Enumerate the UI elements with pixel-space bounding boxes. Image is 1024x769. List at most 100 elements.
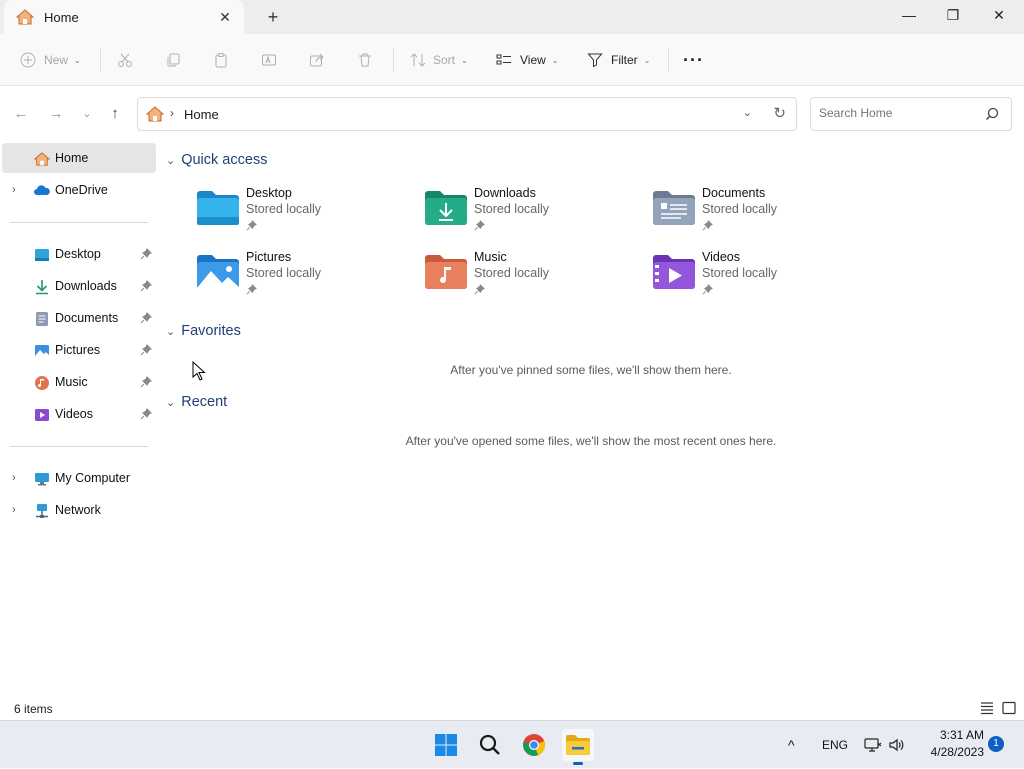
- forward-button[interactable]: →: [45, 104, 67, 124]
- view-icon: [496, 54, 511, 65]
- recent-empty-message: After you've opened some files, we'll sh…: [405, 434, 777, 448]
- divider: [100, 48, 101, 72]
- tab-home[interactable]: Home ✕: [4, 0, 244, 34]
- chevron-right-icon[interactable]: ›: [12, 184, 16, 196]
- item-name: Documents: [702, 186, 766, 200]
- sidebar-item-downloads[interactable]: Downloads: [2, 271, 156, 301]
- network-monitor-icon: [864, 738, 882, 752]
- pin-icon[interactable]: [140, 312, 152, 324]
- item-status: Stored locally: [246, 266, 322, 280]
- show-hidden-icons-button[interactable]: ^: [788, 721, 795, 769]
- cut-button[interactable]: [117, 46, 133, 74]
- details-view-icon[interactable]: [980, 701, 994, 715]
- share-icon: [310, 53, 324, 67]
- section-title: Recent: [181, 394, 228, 410]
- recent-locations-button[interactable]: ⌄: [76, 104, 98, 124]
- quick-access-item-music[interactable]: Music Stored locally: [424, 250, 644, 304]
- chrome-taskbar-button[interactable]: [518, 729, 550, 761]
- documents-icon: [36, 312, 48, 326]
- sidebar-item-label: Documents: [55, 311, 119, 325]
- sort-button[interactable]: Sort ⌄: [410, 46, 468, 74]
- sidebar-item-label: Music: [55, 375, 88, 389]
- new-button[interactable]: New ⌄: [20, 46, 81, 74]
- status-bar: 6 items: [0, 696, 1024, 720]
- minimize-button[interactable]: —: [886, 0, 932, 30]
- pin-icon[interactable]: [140, 280, 152, 292]
- windows-logo-icon: [435, 734, 457, 756]
- scissors-icon: [118, 53, 132, 67]
- plus-circle-icon: [20, 52, 36, 68]
- quick-access-header[interactable]: ⌄ Quick access: [166, 152, 267, 168]
- sidebar-item-network[interactable]: › Network: [2, 495, 156, 525]
- quick-access-item-videos[interactable]: Videos Stored locally: [652, 250, 872, 304]
- sidebar-item-onedrive[interactable]: › OneDrive: [2, 175, 156, 205]
- chevron-right-icon[interactable]: ›: [12, 472, 16, 484]
- language-indicator[interactable]: ENG: [822, 721, 848, 769]
- home-icon: [34, 152, 50, 166]
- pin-icon[interactable]: [140, 408, 152, 420]
- up-button[interactable]: ↑: [104, 104, 126, 124]
- section-title: Quick access: [181, 152, 268, 168]
- share-button[interactable]: [309, 46, 325, 74]
- sidebar-item-label: Downloads: [55, 279, 117, 293]
- chevron-up-icon: ^: [788, 737, 795, 753]
- chevron-right-icon[interactable]: ›: [12, 504, 16, 516]
- desktop-folder-icon: [197, 191, 239, 225]
- back-button[interactable]: ←: [10, 104, 32, 124]
- quick-access-item-downloads[interactable]: Downloads Stored locally: [424, 186, 644, 240]
- start-button[interactable]: [430, 729, 462, 761]
- sidebar-item-my-computer[interactable]: › My Computer: [2, 463, 156, 493]
- sidebar-item-label: Pictures: [55, 343, 101, 357]
- quick-access-item-desktop[interactable]: Desktop Stored locally: [196, 186, 416, 240]
- downloads-icon: [36, 280, 48, 295]
- search-input[interactable]: [819, 106, 979, 120]
- breadcrumb-home[interactable]: Home: [184, 107, 219, 122]
- maximize-button[interactable]: ❐: [930, 0, 976, 30]
- address-bar[interactable]: › Home ⌄ ↻: [137, 97, 797, 131]
- title-bar: Home ✕ + — ❐ ✕: [0, 0, 1024, 34]
- delete-button[interactable]: [357, 46, 373, 74]
- pin-icon[interactable]: [140, 344, 152, 356]
- tiles-view-icon[interactable]: [1002, 701, 1016, 715]
- copy-button[interactable]: [165, 46, 181, 74]
- item-name: Music: [474, 250, 507, 264]
- favorites-header[interactable]: ⌄ Favorites: [166, 323, 241, 339]
- more-options-button[interactable]: ···: [683, 46, 704, 74]
- pictures-icon: [35, 345, 49, 357]
- divider: [393, 48, 394, 72]
- file-explorer-taskbar-button[interactable]: [562, 729, 594, 765]
- filter-icon: [587, 53, 603, 68]
- volume-button[interactable]: [888, 721, 906, 769]
- new-tab-button[interactable]: +: [262, 6, 284, 28]
- pin-icon[interactable]: [140, 248, 152, 260]
- sidebar-item-documents[interactable]: Documents: [2, 303, 156, 333]
- paste-button[interactable]: [213, 46, 229, 74]
- clock[interactable]: 3:31 AM 4/28/2023: [914, 727, 984, 761]
- sidebar-item-desktop[interactable]: Desktop: [2, 239, 156, 269]
- quick-access-item-documents[interactable]: Documents Stored locally: [652, 186, 872, 240]
- search-box[interactable]: [810, 97, 1012, 131]
- item-status: Stored locally: [702, 202, 778, 216]
- sidebar-item-videos[interactable]: Videos: [2, 399, 156, 429]
- item-status: Stored locally: [474, 266, 550, 280]
- view-button[interactable]: View ⌄: [496, 46, 559, 74]
- refresh-button[interactable]: ↻: [773, 104, 786, 122]
- item-status: Stored locally: [474, 202, 550, 216]
- rename-button[interactable]: [261, 46, 277, 74]
- content-pane: ⌄ Quick access Desktop Stored locally Do…: [158, 140, 1024, 696]
- filter-button[interactable]: Filter ⌄: [587, 46, 650, 74]
- recent-header[interactable]: ⌄ Recent: [166, 394, 227, 410]
- sidebar-item-label: OneDrive: [55, 183, 108, 197]
- sidebar-item-pictures[interactable]: Pictures: [2, 335, 156, 365]
- pin-icon[interactable]: [140, 376, 152, 388]
- close-tab-button[interactable]: ✕: [216, 8, 234, 26]
- taskbar-search-button[interactable]: [474, 729, 506, 761]
- close-window-button[interactable]: ✕: [976, 0, 1022, 30]
- network-status-button[interactable]: [864, 721, 882, 769]
- sidebar-item-home[interactable]: Home: [2, 143, 156, 173]
- address-dropdown-button[interactable]: ⌄: [743, 106, 752, 119]
- quick-access-item-pictures[interactable]: Pictures Stored locally: [196, 250, 416, 304]
- notification-badge[interactable]: 1: [988, 736, 1004, 752]
- sidebar-item-music[interactable]: Music: [2, 367, 156, 397]
- cloud-icon: [34, 185, 50, 195]
